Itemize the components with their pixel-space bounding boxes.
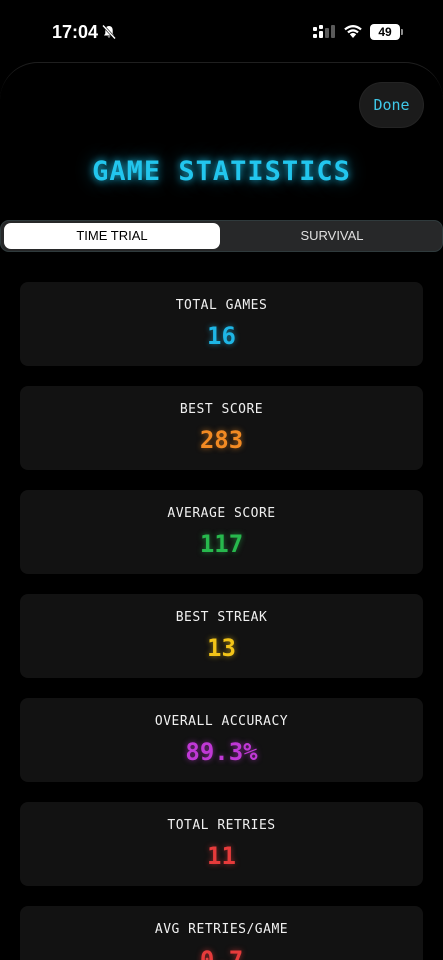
stat-value: 89.3%: [185, 738, 258, 766]
stat-label: TOTAL RETRIES: [167, 818, 276, 833]
stat-card-overall-accuracy: OVERALL ACCURACY 89.3%: [20, 698, 423, 782]
stat-value: 117: [199, 530, 244, 558]
stat-label: TOTAL GAMES: [175, 298, 268, 313]
stat-card-best-streak: BEST STREAK 13: [20, 594, 423, 678]
mode-segmented-control: TIME TRIAL SURVIVAL: [0, 220, 443, 252]
stat-label: AVG RETRIES/GAME: [154, 922, 289, 937]
stat-value: 0.7: [199, 946, 244, 960]
stat-label: AVERAGE SCORE: [167, 506, 276, 521]
stat-value: 283: [199, 426, 244, 454]
stat-value: 13: [207, 634, 236, 662]
stat-value: 16: [207, 322, 236, 350]
battery-level: 49: [370, 24, 400, 40]
tab-survival[interactable]: SURVIVAL: [222, 223, 442, 249]
page-title: GAME STATISTICS: [92, 156, 351, 187]
stat-label: OVERALL ACCURACY: [154, 714, 289, 729]
stat-card-total-games: TOTAL GAMES 16: [20, 282, 423, 366]
done-button[interactable]: Done: [360, 83, 423, 127]
stat-card-avg-retries-per-game: AVG RETRIES/GAME 0.7: [20, 906, 423, 960]
stat-card-total-retries: TOTAL RETRIES 11: [20, 802, 423, 886]
tab-time-trial[interactable]: TIME TRIAL: [4, 223, 220, 249]
stat-label: BEST STREAK: [175, 610, 268, 625]
stat-label: BEST SCORE: [179, 402, 264, 417]
stat-card-best-score: BEST SCORE 283: [20, 386, 423, 470]
battery-icon: 49: [370, 24, 403, 40]
bell-slash-icon: [102, 24, 116, 40]
status-bar: 17:04 49: [0, 0, 443, 62]
status-time: 17:04: [52, 22, 99, 42]
wifi-icon: [344, 25, 362, 38]
stat-value: 11: [207, 842, 236, 870]
cellular-signal-icon: [313, 25, 335, 38]
stat-card-average-score: AVERAGE SCORE 117: [20, 490, 423, 574]
battery-cap: [401, 29, 403, 35]
